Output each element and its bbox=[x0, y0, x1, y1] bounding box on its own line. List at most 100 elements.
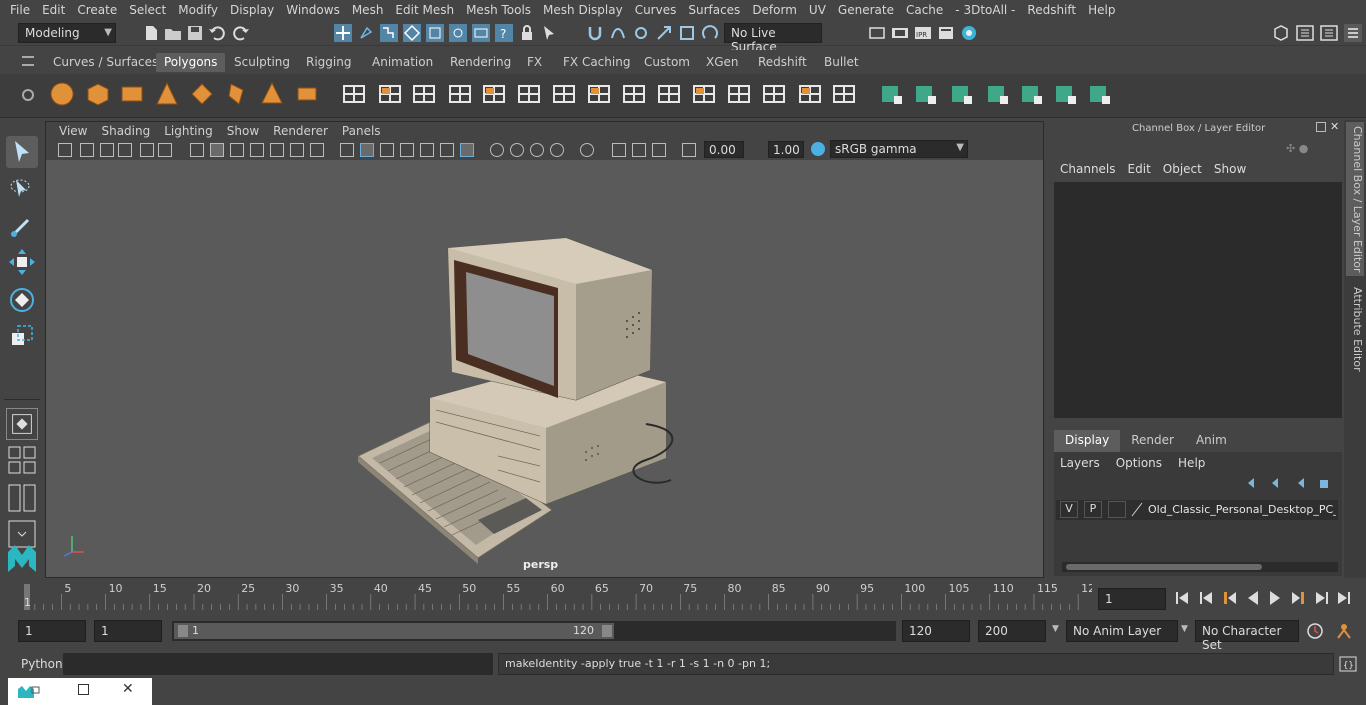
image-plane-icon[interactable] bbox=[118, 143, 132, 157]
menu-item-19[interactable]: Help bbox=[1082, 3, 1121, 17]
select-cursor-icon[interactable] bbox=[541, 24, 559, 42]
snap-curve-icon[interactable] bbox=[609, 24, 627, 42]
menu-item-17[interactable]: - 3DtoAll - bbox=[949, 3, 1021, 17]
uv-layout-icon[interactable] bbox=[984, 80, 1012, 108]
isolate-select-icon[interactable] bbox=[460, 143, 474, 157]
layer-row[interactable]: V P Old_Classic_Personal_Desktop_PC_00 bbox=[1056, 500, 1338, 520]
menu-item-12[interactable]: Surfaces bbox=[682, 3, 746, 17]
shelf-menu-icon[interactable] bbox=[22, 56, 34, 66]
channel-menu-channels[interactable]: Channels bbox=[1060, 162, 1124, 176]
camera-attr-icon[interactable] bbox=[80, 143, 94, 157]
safe-action-icon[interactable] bbox=[250, 143, 264, 157]
time-slider[interactable]: 5 10 15 20 25 30 35 40 45 50 55 60 65 70 75 80 85 90 95 100… bbox=[20, 582, 1092, 612]
lock-icon[interactable] bbox=[518, 24, 536, 42]
viewport-3d-view[interactable]: persp bbox=[46, 160, 1043, 577]
move-tool-icon[interactable] bbox=[6, 246, 38, 278]
menu-item-15[interactable]: Generate bbox=[832, 3, 900, 17]
uv-cut-icon[interactable] bbox=[1018, 80, 1046, 108]
smooth-shade-icon[interactable] bbox=[310, 143, 324, 157]
playback-end-field[interactable]: 120 bbox=[902, 620, 970, 642]
uv-planar-icon[interactable] bbox=[878, 80, 906, 108]
torus-icon[interactable] bbox=[223, 80, 251, 108]
menu-item-3[interactable]: Select bbox=[123, 3, 172, 17]
paint-select-tool-icon[interactable] bbox=[6, 210, 38, 242]
mode-selector[interactable]: Modeling ▼ bbox=[18, 23, 116, 43]
snap-point-icon[interactable] bbox=[632, 24, 650, 42]
snap-projected-icon[interactable] bbox=[655, 24, 673, 42]
shelf-tab-7[interactable]: FX Caching bbox=[555, 53, 638, 72]
range-end-grip[interactable] bbox=[602, 625, 612, 637]
channel-menu-edit[interactable]: Edit bbox=[1128, 162, 1159, 176]
menu-item-0[interactable]: File bbox=[4, 3, 36, 17]
textured-icon[interactable] bbox=[340, 143, 354, 157]
undo-icon[interactable] bbox=[208, 24, 226, 42]
tab-channel-box[interactable]: Channel Box / Layer Editor bbox=[1346, 122, 1364, 276]
menu-item-1[interactable]: Edit bbox=[36, 3, 71, 17]
append-icon[interactable] bbox=[585, 80, 613, 108]
camera-select-icon[interactable] bbox=[58, 143, 72, 157]
toggle-sidebar-icon[interactable] bbox=[1296, 24, 1314, 42]
bookmark-icon[interactable] bbox=[100, 143, 114, 157]
layer-playback-toggle[interactable]: P bbox=[1084, 501, 1102, 518]
uv-unfold-icon[interactable] bbox=[948, 80, 976, 108]
color-management-icon[interactable] bbox=[810, 141, 826, 157]
shelf-tab-11[interactable]: Bullet bbox=[816, 53, 867, 72]
separate-icon[interactable] bbox=[376, 80, 404, 108]
backface-icon[interactable] bbox=[550, 143, 564, 157]
layer-scrollbar-thumb[interactable] bbox=[1066, 564, 1262, 570]
chevron-down-icon[interactable]: ▼ bbox=[1052, 624, 1059, 634]
safe-title-icon[interactable] bbox=[270, 143, 284, 157]
end-frame-field[interactable]: 200 bbox=[978, 620, 1046, 642]
toggle-channel-box-icon[interactable] bbox=[1344, 24, 1362, 42]
menu-item-4[interactable]: Modify bbox=[172, 3, 224, 17]
insert-edge-loop-icon[interactable] bbox=[690, 80, 718, 108]
live-surface-icon[interactable] bbox=[701, 24, 719, 42]
toggle-attr-editor-icon[interactable] bbox=[1320, 24, 1338, 42]
layer-visibility-toggle[interactable]: V bbox=[1060, 501, 1078, 518]
shelf-tab-3[interactable]: Rigging bbox=[298, 53, 359, 72]
magnet-snap-icon[interactable] bbox=[586, 24, 604, 42]
viewport-menu-panels[interactable]: Panels bbox=[335, 124, 388, 138]
layer-color-swatch[interactable] bbox=[1130, 501, 1144, 518]
fit-all-icon[interactable] bbox=[652, 143, 666, 157]
menu-item-5[interactable]: Display bbox=[224, 3, 280, 17]
layer-tab-display[interactable]: Display bbox=[1054, 430, 1121, 452]
snap-to-view-plane-icon[interactable] bbox=[472, 24, 490, 42]
layer-action-icons[interactable] bbox=[1244, 476, 1334, 490]
snap-surface-icon[interactable] bbox=[678, 24, 696, 42]
layout-two-pane-icon[interactable] bbox=[6, 482, 38, 514]
channel-menu-object[interactable]: Object bbox=[1163, 162, 1210, 176]
shelf-tab-4[interactable]: Animation bbox=[364, 53, 441, 72]
command-language-label[interactable]: Python bbox=[21, 657, 63, 671]
close-window-icon[interactable]: ✕ bbox=[122, 681, 134, 697]
extract-icon[interactable] bbox=[410, 80, 438, 108]
cylinder-icon[interactable] bbox=[118, 80, 146, 108]
chevron-down-icon[interactable]: ▼ bbox=[1181, 624, 1188, 634]
gate-mask-icon[interactable] bbox=[210, 143, 224, 157]
smooth-icon[interactable] bbox=[446, 80, 474, 108]
menu-item-9[interactable]: Mesh Tools bbox=[460, 3, 537, 17]
gamma-field[interactable]: 1.00 bbox=[768, 141, 804, 158]
snap-to-point-icon[interactable] bbox=[449, 24, 467, 42]
open-scene-icon[interactable] bbox=[164, 24, 182, 42]
shelf-tab-6[interactable]: FX bbox=[519, 53, 550, 72]
save-scene-icon[interactable] bbox=[186, 24, 204, 42]
field-chart-icon[interactable] bbox=[230, 143, 244, 157]
cube-icon[interactable] bbox=[84, 80, 112, 108]
current-frame-field[interactable]: 1 bbox=[1098, 588, 1166, 610]
menu-item-16[interactable]: Cache bbox=[900, 3, 949, 17]
maximize-icon[interactable] bbox=[78, 684, 89, 695]
show-manipulator-icon[interactable] bbox=[6, 408, 38, 440]
xray-icon[interactable] bbox=[490, 143, 504, 157]
redo-icon[interactable] bbox=[232, 24, 250, 42]
layer-menu-help[interactable]: Help bbox=[1178, 456, 1205, 470]
pyramid-icon[interactable] bbox=[258, 80, 286, 108]
wireframe-icon[interactable] bbox=[290, 143, 304, 157]
xray-active-icon[interactable] bbox=[530, 143, 544, 157]
exposure-field[interactable]: 0.00 bbox=[704, 141, 744, 158]
camera-pan-icon[interactable] bbox=[612, 143, 626, 157]
maya-window-icon[interactable] bbox=[16, 684, 40, 700]
shadows-icon[interactable] bbox=[380, 143, 394, 157]
menu-item-8[interactable]: Edit Mesh bbox=[389, 3, 460, 17]
shelf-tab-5[interactable]: Rendering bbox=[442, 53, 519, 72]
